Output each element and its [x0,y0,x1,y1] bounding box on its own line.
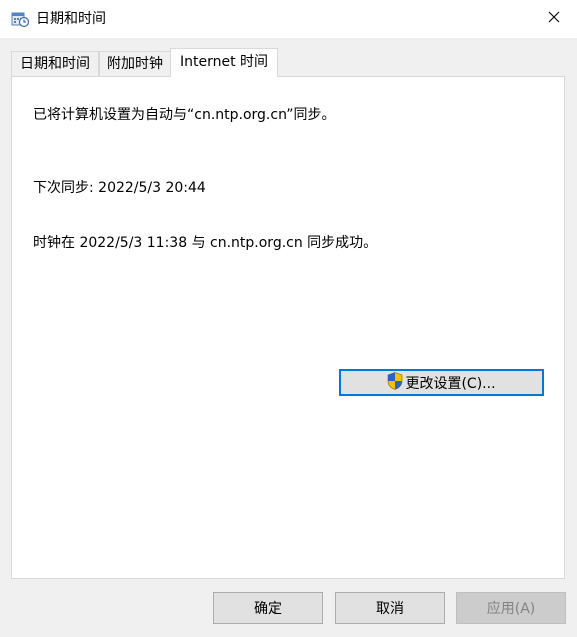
change-settings-button[interactable]: 更改设置(C)... [339,369,544,396]
date-time-icon [11,10,30,28]
tab-date-time[interactable]: 日期和时间 [11,51,99,76]
close-icon [548,11,560,27]
uac-shield-icon [387,371,405,394]
apply-button[interactable]: 应用(A) [456,592,566,624]
sync-status-text: 已将计算机设置为自动与“cn.ntp.org.cn”同步。 [33,107,336,123]
ok-button[interactable]: 确定 [213,592,323,624]
tab-additional-clocks[interactable]: 附加时钟 [99,51,171,76]
change-settings-label: 更改设置(C)... [405,375,496,392]
next-sync-text: 下次同步: 2022/5/3 20:44 [33,180,206,196]
last-sync-text: 时钟在 2022/5/3 11:38 与 cn.ntp.org.cn 同步成功。 [33,235,378,251]
close-button[interactable] [531,0,577,38]
cancel-button[interactable]: 取消 [335,592,445,624]
internet-time-panel: 已将计算机设置为自动与“cn.ntp.org.cn”同步。 下次同步: 2022… [11,76,565,579]
title-bar: 日期和时间 [0,0,577,38]
window-title: 日期和时间 [36,11,106,27]
tab-internet-time[interactable]: Internet 时间 [170,48,278,77]
